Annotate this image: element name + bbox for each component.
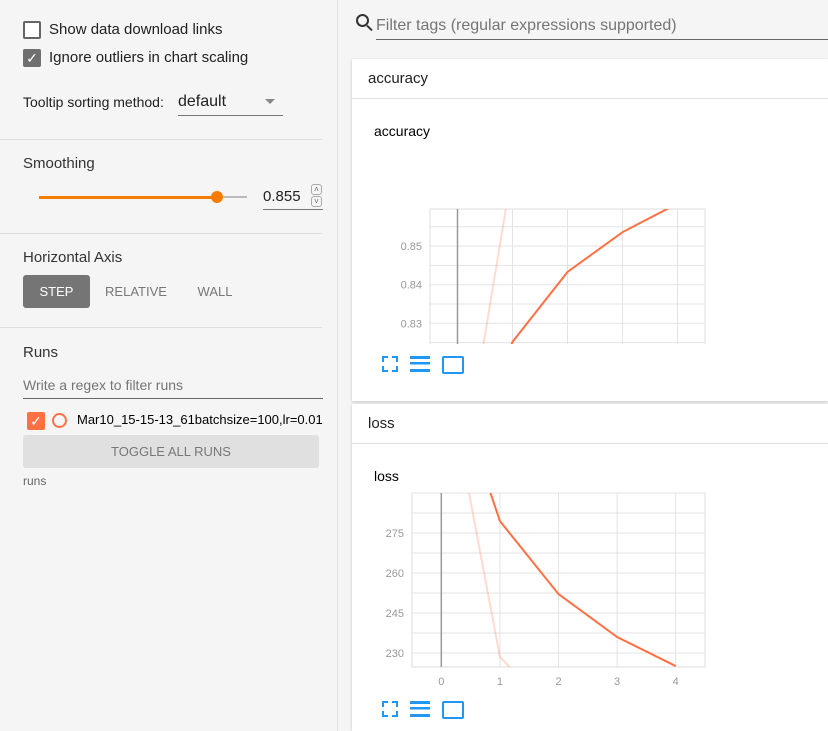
check-icon: ✓ xyxy=(26,50,38,66)
y-tick-label: 245 xyxy=(386,608,404,620)
card-header[interactable]: loss xyxy=(352,404,828,444)
chart-toolbar xyxy=(382,356,464,374)
runs-filter-input[interactable] xyxy=(23,372,323,399)
slider-handle[interactable] xyxy=(210,191,223,203)
runs-label: Runs xyxy=(23,344,59,361)
loss-chart[interactable]: 0 1 2 3 4 230 245 260 275 xyxy=(352,489,828,689)
x-tick-label: 1 xyxy=(497,676,503,688)
smoothing-input[interactable]: 0.855 ˄ ˅ xyxy=(263,184,323,210)
x-tick-label: 3 xyxy=(614,676,620,688)
tooltip-sorting-select[interactable]: default xyxy=(178,90,283,116)
accuracy-chart[interactable]: 012340.820.830.840.85 xyxy=(352,144,828,344)
show-download-links-checkbox[interactable] xyxy=(23,21,41,39)
horizontal-axis-label: Horizontal Axis xyxy=(23,249,123,266)
run-color-radio[interactable] xyxy=(52,413,67,428)
y-tick-label: 230 xyxy=(386,648,404,660)
fit-domain-icon[interactable] xyxy=(442,356,464,374)
axis-step-button[interactable]: STEP xyxy=(23,275,90,308)
divider xyxy=(0,139,322,140)
slider-fill xyxy=(39,196,217,199)
fullscreen-icon[interactable] xyxy=(382,701,398,717)
y-tick-label: 260 xyxy=(386,568,404,580)
ignore-outliers-checkbox[interactable]: ✓ xyxy=(23,49,41,67)
chart-title: loss xyxy=(374,468,399,484)
y-tick-label: 0.84 xyxy=(401,280,422,292)
x-tick-label: 2 xyxy=(555,676,561,688)
fullscreen-icon[interactable] xyxy=(382,356,398,372)
chart-title: accuracy xyxy=(374,123,431,139)
ignore-outliers-label: Ignore outliers in chart scaling xyxy=(49,49,249,66)
run-checkbox[interactable]: ✓ xyxy=(27,412,45,430)
y-tick-label: 275 xyxy=(386,528,404,540)
y-tick-label: 0.83 xyxy=(401,318,422,330)
stepper-down-icon[interactable]: ˅ xyxy=(311,196,322,207)
main-panel: accuracy accuracy 012340.820.830.840.85 … xyxy=(352,0,828,731)
axis-relative-button[interactable]: RELATIVE xyxy=(98,275,174,308)
axis-wall-button[interactable]: WALL xyxy=(185,275,245,308)
run-name: Mar10_15-15-13_61batchsize=100,lr=0.01 xyxy=(77,412,323,427)
menu-lines-icon[interactable] xyxy=(410,701,430,717)
smoothing-label: Smoothing xyxy=(23,155,95,172)
x-tick-label: 0 xyxy=(438,676,444,688)
sidebar: Show data download links ✓ Ignore outlie… xyxy=(0,0,338,731)
divider xyxy=(0,233,322,234)
x-tick-label: 4 xyxy=(673,676,679,688)
accuracy-card: accuracy accuracy 012340.820.830.840.85 xyxy=(352,59,828,401)
show-download-links-label: Show data download links xyxy=(49,21,223,38)
check-icon: ✓ xyxy=(30,413,42,429)
smoothing-slider[interactable] xyxy=(39,190,247,204)
tooltip-sorting-label: Tooltip sorting method: xyxy=(23,94,164,110)
loss-card: loss loss 0 1 2 3 4 230 245 260 275 xyxy=(352,404,828,731)
chevron-down-icon xyxy=(265,99,275,104)
stepper-up-icon[interactable]: ˄ xyxy=(311,184,322,195)
tooltip-sorting-value: default xyxy=(178,93,227,110)
smoothing-value: 0.855 xyxy=(263,188,301,205)
y-tick-label: 0.85 xyxy=(401,241,422,253)
divider xyxy=(0,327,322,328)
runs-footer: runs xyxy=(23,474,47,488)
fit-domain-icon[interactable] xyxy=(442,701,464,719)
toggle-all-runs-button[interactable]: TOGGLE ALL RUNS xyxy=(23,435,319,468)
menu-lines-icon[interactable] xyxy=(410,356,430,372)
tag-filter-input[interactable] xyxy=(376,12,828,40)
chart-toolbar xyxy=(382,701,464,719)
card-header[interactable]: accuracy xyxy=(352,59,828,99)
search-icon-handle xyxy=(366,24,373,32)
